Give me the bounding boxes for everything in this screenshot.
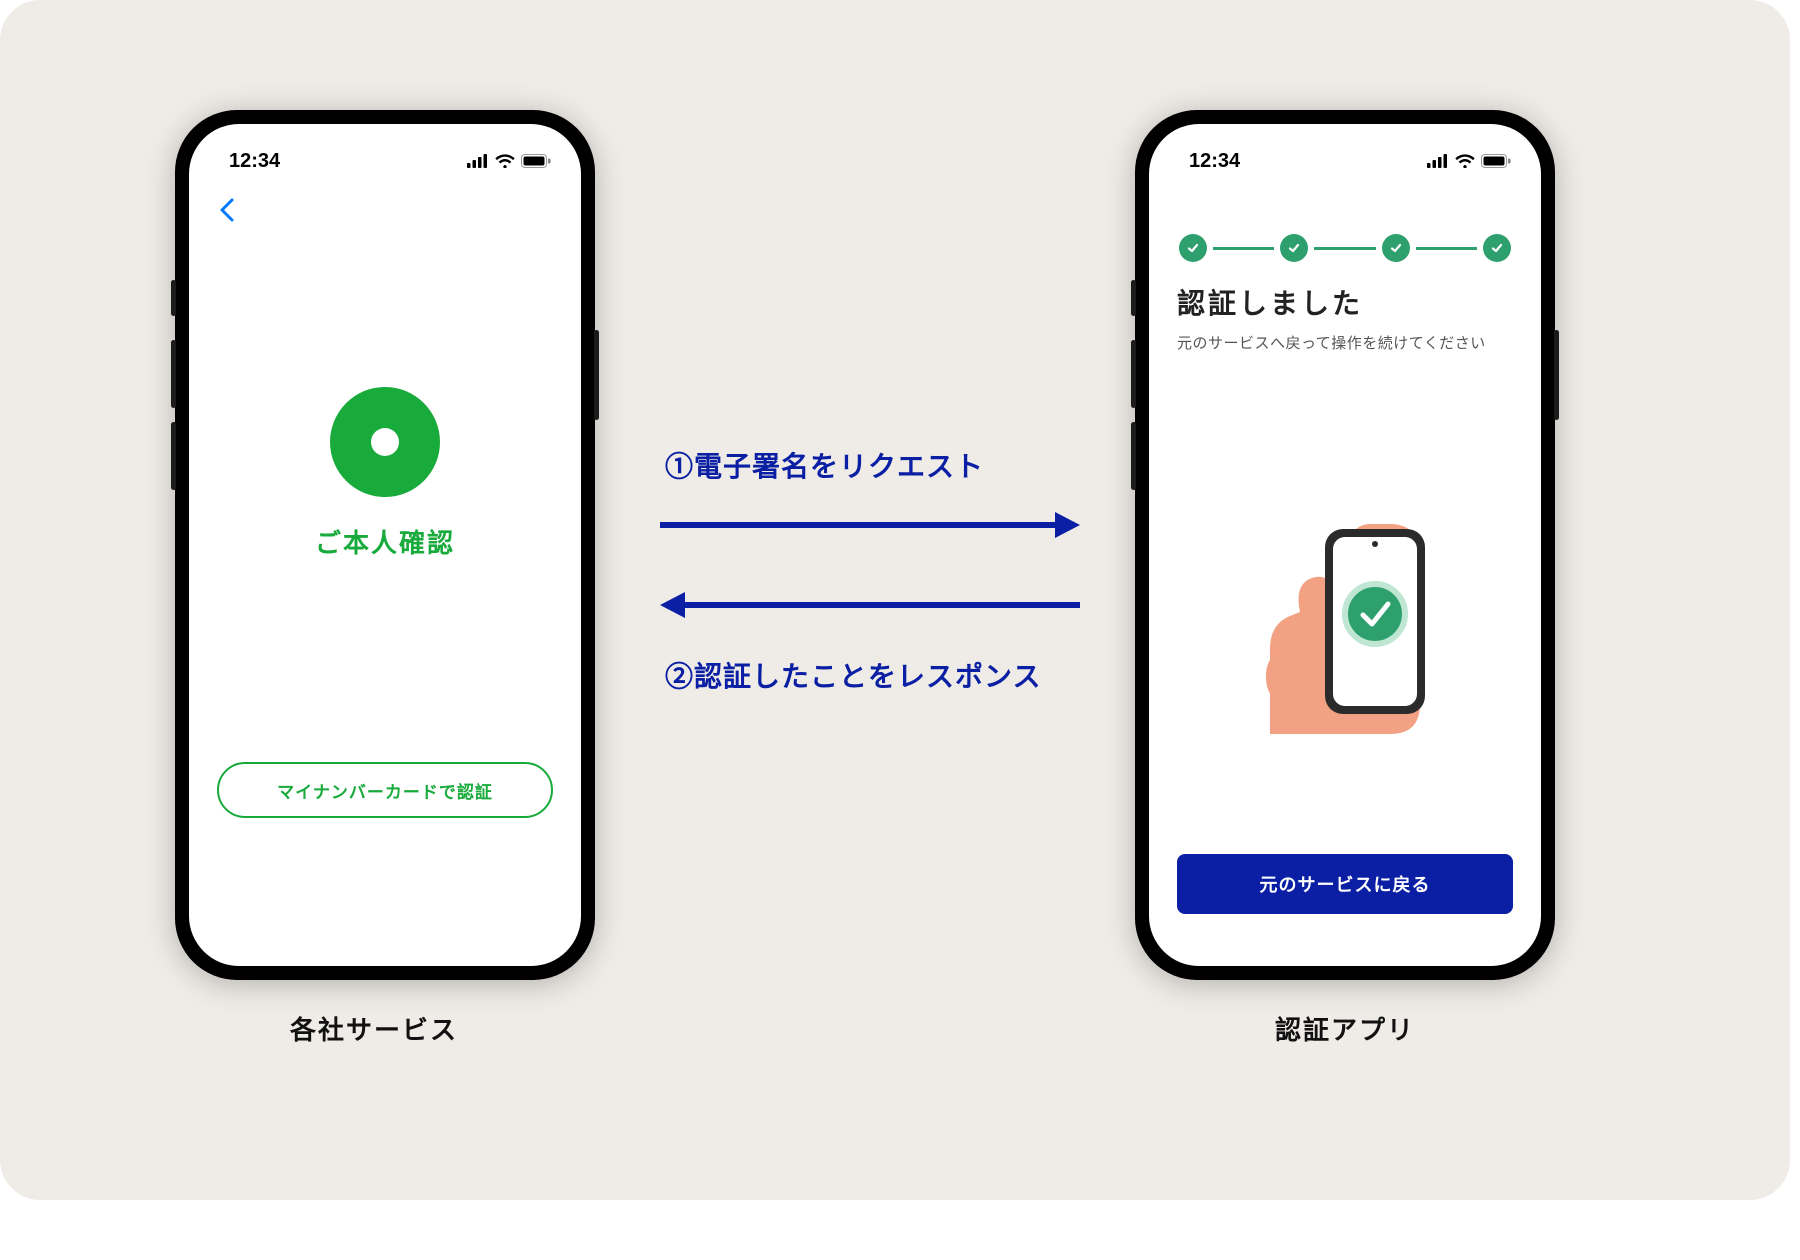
step-dot-complete — [1382, 234, 1410, 262]
progress-stepper — [1179, 234, 1511, 262]
identity-verify-icon — [330, 387, 440, 497]
status-time: 12:34 — [1189, 150, 1240, 173]
status-icons — [467, 154, 551, 168]
step-dot-complete — [1280, 234, 1308, 262]
caption-service-app: 各社サービス — [290, 1010, 458, 1047]
battery-icon — [521, 154, 551, 168]
return-to-service-button[interactable]: 元のサービスに戻る — [1177, 854, 1513, 914]
wifi-icon — [1455, 154, 1475, 168]
cellular-icon — [467, 154, 489, 168]
authenticate-with-mynumber-button[interactable]: マイナンバーカードで認証 — [217, 762, 553, 818]
status-bar: 12:34 — [1149, 124, 1541, 180]
phone-service-app: 12:34 ご本人確認 マイナンバーカードで認証 — [175, 110, 595, 980]
auth-success-heading: 認証しました — [1177, 282, 1513, 322]
phone-auth-app: 12:34 — [1135, 110, 1555, 980]
cellular-icon — [1427, 154, 1449, 168]
battery-icon — [1481, 154, 1511, 168]
auth-success-subtext: 元のサービスへ戻って操作を続けてください — [1177, 332, 1513, 353]
identity-verify-title: ご本人確認 — [315, 523, 455, 560]
hand-holding-phone-illustration — [1177, 353, 1513, 854]
step-dot-complete — [1483, 234, 1511, 262]
diagram-panel: 12:34 ご本人確認 マイナンバーカードで認証 — [0, 0, 1790, 1200]
status-time: 12:34 — [229, 150, 280, 173]
arrow-response-icon — [660, 590, 1080, 620]
status-icons — [1427, 154, 1511, 168]
status-bar: 12:34 — [189, 124, 581, 180]
flow-label-request: ①電子署名をリクエスト — [665, 445, 984, 485]
wifi-icon — [495, 154, 515, 168]
caption-auth-app: 認証アプリ — [1275, 1010, 1415, 1047]
step-dot-complete — [1179, 234, 1207, 262]
screen-auth-app: 12:34 — [1149, 124, 1541, 966]
flow-label-response: ②認証したことをレスポンス — [665, 655, 1041, 695]
screen-service-app: 12:34 ご本人確認 マイナンバーカードで認証 — [189, 124, 581, 966]
arrow-request-icon — [660, 510, 1080, 540]
